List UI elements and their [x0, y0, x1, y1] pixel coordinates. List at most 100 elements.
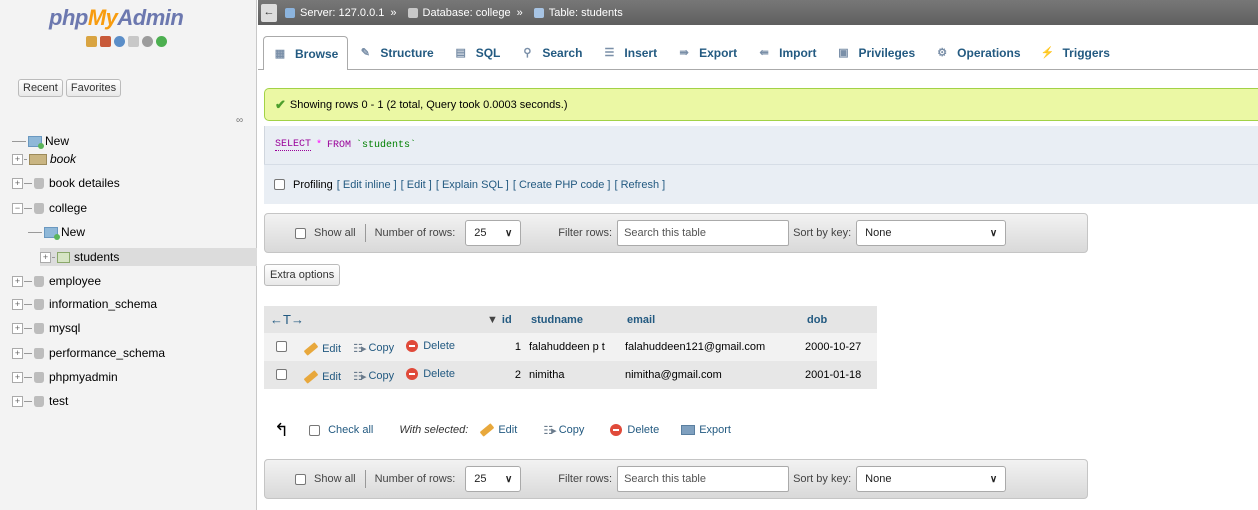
number-of-rows-select[interactable]: 25 ∨	[465, 466, 522, 492]
cell-email[interactable]: nimitha@gmail.com	[621, 361, 801, 389]
tree-db-performance-schema[interactable]: + performance_schema	[12, 344, 165, 362]
help-icon[interactable]	[114, 36, 125, 47]
copy-icon: ☷▸	[353, 370, 366, 383]
tree-db-book[interactable]: + book	[12, 150, 76, 168]
extra-options-button[interactable]: Extra options	[264, 264, 341, 286]
tree-db-test[interactable]: + test	[12, 392, 68, 410]
tab-privileges[interactable]: ▣ Privileges	[826, 36, 925, 69]
cell-dob[interactable]: 2001-01-18	[801, 361, 877, 389]
favorites-button[interactable]: Favorites	[65, 79, 122, 97]
filter-rows-input[interactable]: Search this table	[617, 466, 790, 492]
create-php-code-link[interactable]: [ Create PHP code ]	[513, 179, 611, 191]
cell-id[interactable]: 1	[481, 333, 525, 361]
tree-db-book-detailes[interactable]: + book detailes	[12, 174, 120, 192]
tab-insert[interactable]: ☰ Insert	[592, 36, 667, 69]
sort-by-key-select[interactable]: None ∨	[856, 466, 1007, 492]
filter-rows-input[interactable]: Search this table	[617, 220, 790, 246]
show-all-checkbox[interactable]	[295, 473, 306, 485]
settings-icon[interactable]	[142, 36, 153, 47]
sql-query-box[interactable]: SELECT * FROM `students`	[264, 126, 1258, 164]
logout-icon[interactable]	[100, 36, 111, 47]
expand-icon[interactable]: +	[40, 251, 51, 263]
edit-inline-link[interactable]: [ Edit inline ]	[337, 179, 397, 191]
tree-db-phpmyadmin[interactable]: + phpmyadmin	[12, 368, 118, 386]
column-header-id[interactable]: ▼ id	[481, 306, 525, 333]
sort-by-key-select[interactable]: None ∨	[856, 220, 1007, 246]
expand-icon[interactable]: +	[12, 371, 23, 383]
tree-new-database[interactable]: New	[12, 132, 69, 150]
bulk-delete-button[interactable]: Delete	[610, 424, 659, 436]
row-delete-link[interactable]: Delete	[406, 367, 455, 380]
bulk-export-button[interactable]: Export	[681, 424, 731, 436]
tab-structure[interactable]: ✎ Structure	[348, 36, 443, 69]
expand-icon[interactable]: +	[12, 153, 23, 165]
profiling-checkbox[interactable]	[274, 179, 285, 190]
home-icon[interactable]	[86, 36, 97, 47]
collapse-nav-button[interactable]: ←	[261, 3, 277, 22]
tree-db-mysql[interactable]: + mysql	[12, 319, 80, 337]
row-delete-link[interactable]: Delete	[406, 339, 455, 352]
tab-sql[interactable]: ▤ SQL	[444, 36, 511, 69]
column-header-studname[interactable]: studname	[525, 306, 621, 333]
browse-icon: ▦	[274, 47, 286, 60]
row-edit-link[interactable]: Edit	[303, 341, 341, 356]
tree-db-employee[interactable]: + employee	[12, 272, 101, 290]
tab-label: Insert	[624, 46, 658, 60]
edit-link[interactable]: [ Edit ]	[401, 179, 432, 191]
tab-import[interactable]: ⇚ Import	[747, 36, 826, 69]
tab-browse[interactable]: ▦ Browse	[263, 36, 349, 70]
bulk-copy-button[interactable]: ☷▸ Copy	[543, 424, 584, 437]
docs-icon[interactable]	[128, 36, 139, 47]
tab-export[interactable]: ⇛ Export	[667, 36, 747, 69]
breadcrumb-server[interactable]: Server: 127.0.0.1	[280, 7, 384, 19]
chevron-down-icon: ∨	[989, 227, 998, 239]
tree-db-college[interactable]: − college	[12, 199, 87, 217]
expand-icon[interactable]: +	[12, 322, 23, 334]
phpmyadmin-logo[interactable]: phpMyAdmin	[49, 5, 184, 31]
tab-search[interactable]: ⚲ Search	[510, 36, 592, 69]
column-header-email[interactable]: email	[621, 306, 801, 333]
expand-icon[interactable]: +	[12, 275, 23, 287]
bulk-edit-button[interactable]: Edit	[480, 423, 517, 437]
row-checkbox[interactable]	[276, 368, 287, 380]
tab-triggers[interactable]: ⚡ Triggers	[1031, 36, 1120, 69]
refresh-link[interactable]: [ Refresh ]	[614, 179, 665, 191]
row-edit-link[interactable]: Edit	[303, 369, 341, 384]
check-all-label[interactable]: Check all	[328, 424, 373, 436]
tab-label: Privileges	[858, 46, 916, 60]
expand-icon[interactable]: +	[12, 395, 23, 407]
show-all-checkbox[interactable]	[295, 227, 306, 239]
breadcrumb-server-label: Server: 127.0.0.1	[300, 6, 385, 19]
expand-icon[interactable]: +	[12, 347, 23, 359]
explain-sql-link[interactable]: [ Explain SQL ]	[436, 179, 509, 191]
tree-label: phpmyadmin	[49, 370, 118, 384]
reload-icon[interactable]	[156, 36, 167, 47]
cell-id[interactable]: 2	[481, 361, 525, 389]
row-copy-link[interactable]: ☷▸ Copy	[353, 342, 394, 355]
column-resize-arrows[interactable]: ←T→	[264, 306, 481, 333]
search-icon: ⚲	[523, 47, 532, 59]
tab-operations[interactable]: ⚙ Operations	[925, 36, 1030, 69]
breadcrumb-database[interactable]: Database: college	[403, 7, 511, 19]
row-checkbox[interactable]	[276, 340, 287, 352]
expand-icon[interactable]: +	[12, 177, 23, 189]
cell-dob[interactable]: 2000-10-27	[801, 333, 877, 361]
recent-button[interactable]: Recent	[18, 79, 63, 97]
link-icon[interactable]: ∞	[236, 115, 243, 126]
expand-icon[interactable]: +	[12, 298, 23, 310]
collapse-icon[interactable]: −	[12, 202, 23, 214]
tree-db-information-schema[interactable]: + information_schema	[12, 295, 157, 313]
navigation-bar-top: Show all Number of rows: 25 ∨ Filter row…	[264, 213, 1088, 253]
cell-studname[interactable]: falahuddeen p t	[525, 333, 621, 361]
breadcrumb-table[interactable]: Table: students	[529, 7, 623, 19]
tree-new-table[interactable]: New	[28, 223, 85, 241]
tree-table-students[interactable]: + students	[40, 248, 257, 266]
column-header-dob[interactable]: dob	[801, 306, 877, 333]
cell-studname[interactable]: nimitha	[525, 361, 621, 389]
tree-label: book	[50, 152, 77, 166]
cell-email[interactable]: falahuddeen121@gmail.com	[621, 333, 801, 361]
check-all-checkbox[interactable]	[309, 424, 321, 436]
recent-favorites-bar: Recent Favorites	[18, 79, 122, 97]
row-copy-link[interactable]: ☷▸ Copy	[353, 370, 394, 383]
number-of-rows-select[interactable]: 25 ∨	[465, 220, 522, 246]
